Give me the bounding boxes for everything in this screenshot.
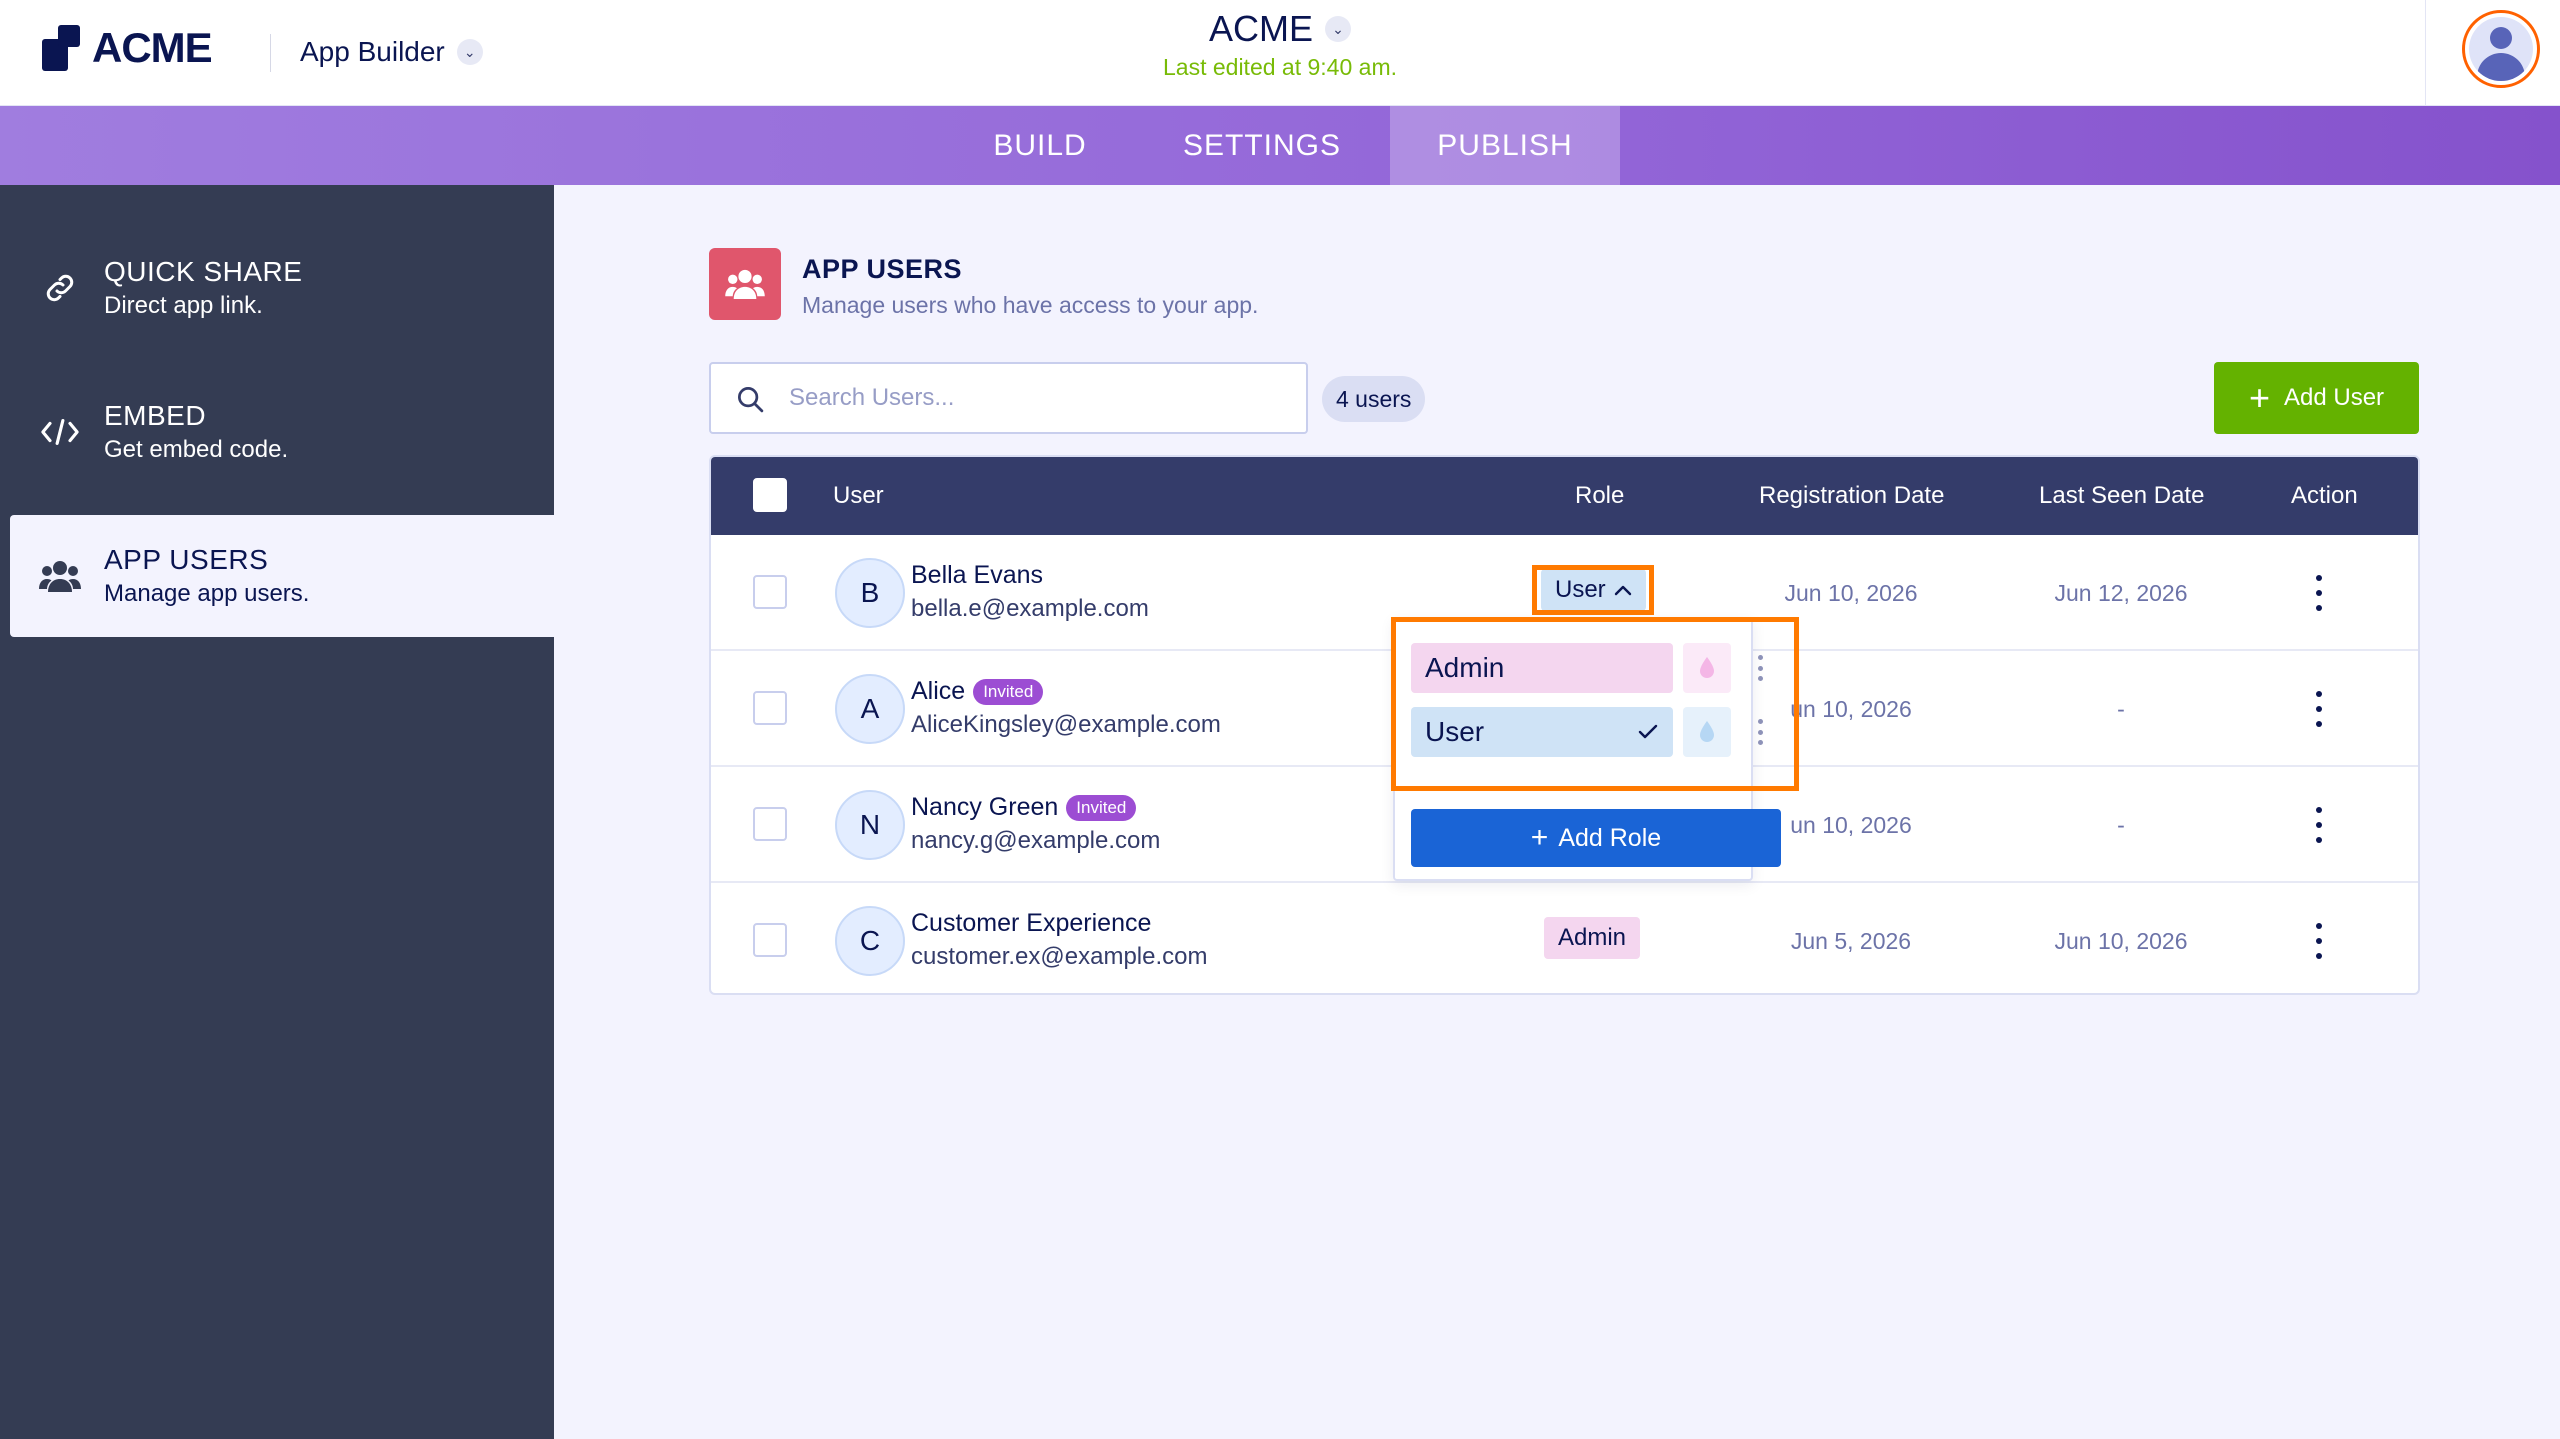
app-title: ACME [1208, 8, 1313, 49]
user-name: Customer Experience [911, 909, 1151, 938]
user-name-text: Bella Evans [911, 561, 1044, 589]
last-seen-date: Jun 10, 2026 [2054, 927, 2188, 954]
row-actions-icon[interactable] [2311, 575, 2327, 611]
user-name: Alice Invited [911, 677, 1044, 706]
add-role-label: Add Role [1558, 823, 1662, 852]
avatar: N [835, 790, 905, 860]
avatar-icon [2469, 17, 2533, 81]
role-select-highlight [1532, 565, 1654, 615]
publish-sidebar: QUICK SHARE Direct app link. EMBED Get e… [0, 185, 554, 1439]
sidebar-item-subtitle: Manage app users. [104, 580, 310, 607]
role-options-highlight [1391, 617, 1799, 791]
user-avatar-button[interactable] [2462, 10, 2540, 88]
tab-publish[interactable]: PUBLISH [1390, 106, 1620, 185]
add-role-button[interactable]: + Add Role [1411, 809, 1781, 867]
app-builder-menu[interactable]: App Builder ⌄ [300, 36, 483, 68]
logo-text: ACME [92, 24, 213, 71]
sidebar-item-subtitle: Get embed code. [104, 436, 289, 463]
select-all-checkbox[interactable] [753, 478, 787, 512]
role-select[interactable]: Admin [1544, 917, 1641, 959]
column-header-role: Role [1575, 482, 1625, 509]
column-header-action: Action [2291, 482, 2358, 509]
users-icon [30, 559, 90, 593]
header-right-divider [2425, 0, 2426, 106]
column-header-user: User [833, 482, 884, 509]
user-count-badge: 4 users [1322, 376, 1426, 422]
user-name: Bella Evans [911, 561, 1043, 590]
search-box [709, 362, 1308, 434]
search-icon [738, 387, 764, 413]
page-subtitle: Manage users who have access to your app… [802, 292, 1259, 318]
app-title-menu[interactable]: ACME ⌄ [1050, 8, 1510, 50]
header-divider [270, 34, 271, 72]
invited-badge: Invited [1066, 794, 1137, 821]
logo-mark-icon [42, 25, 86, 71]
tab-build[interactable]: BUILD [964, 106, 1116, 185]
avatar: B [835, 558, 905, 628]
last-seen-date: - [2117, 811, 2125, 838]
sidebar-item-app-users[interactable]: APP USERS Manage app users. [10, 515, 554, 637]
chevron-down-icon: ⌄ [1325, 16, 1351, 42]
table-header: User Role Registration Date Last Seen Da… [711, 457, 2418, 535]
code-icon [30, 414, 90, 450]
row-actions-icon[interactable] [2311, 807, 2327, 843]
top-header: ACME App Builder ⌄ ACME ⌄ Last edited at… [0, 0, 2560, 106]
row-checkbox[interactable] [753, 691, 787, 725]
row-checkbox[interactable] [753, 923, 787, 957]
user-name-text: Alice [911, 677, 966, 705]
registration-date: Jun 5, 2026 [1790, 927, 1912, 954]
app-builder-label: App Builder [300, 36, 445, 67]
row-actions-icon[interactable] [2311, 923, 2327, 959]
row-checkbox[interactable] [753, 807, 787, 841]
user-email: customer.ex@example.com [911, 943, 1208, 970]
last-seen-date: Jun 12, 2026 [2054, 579, 2188, 606]
user-name: Nancy Green Invited [911, 793, 1137, 822]
avatar: A [835, 674, 905, 744]
sidebar-item-quick-share[interactable]: QUICK SHARE Direct app link. [10, 227, 554, 349]
sidebar-item-embed[interactable]: EMBED Get embed code. [10, 371, 554, 493]
avatar: C [835, 906, 905, 976]
user-name-text: Nancy Green [911, 793, 1059, 821]
user-email: AliceKingsley@example.com [911, 711, 1221, 738]
link-icon [30, 270, 90, 306]
sidebar-item-subtitle: Direct app link. [104, 292, 263, 319]
sidebar-item-title: EMBED [104, 400, 207, 431]
user-email: bella.e@example.com [911, 595, 1149, 622]
search-input[interactable] [789, 378, 1289, 418]
plus-icon: + [2248, 377, 2270, 418]
app-users-icon [709, 248, 781, 320]
app-title-block: ACME ⌄ Last edited at 9:40 am. [1050, 8, 1510, 81]
sidebar-item-title: APP USERS [104, 544, 269, 575]
last-seen-date: - [2117, 695, 2125, 722]
user-name-text: Customer Experience [911, 909, 1152, 937]
role-label: Admin [1558, 924, 1627, 951]
page-title: APP USERS [802, 254, 963, 284]
add-user-button[interactable]: + Add User [2214, 362, 2419, 434]
plus-icon: + [1530, 821, 1549, 854]
invited-badge: Invited [973, 678, 1044, 705]
column-header-registration-date: Registration Date [1759, 482, 1945, 509]
chevron-down-icon: ⌄ [456, 39, 483, 65]
add-user-label: Add User [2283, 384, 2385, 411]
last-edited-status: Last edited at 9:40 am. [1163, 54, 1397, 80]
sidebar-item-title: QUICK SHARE [104, 256, 303, 287]
acme-logo[interactable]: ACME [42, 24, 213, 72]
row-checkbox[interactable] [753, 575, 787, 609]
column-header-last-seen-date: Last Seen Date [2039, 482, 2205, 509]
user-email: nancy.g@example.com [911, 827, 1161, 854]
tab-settings[interactable]: SETTINGS [1162, 106, 1362, 185]
row-actions-icon[interactable] [2311, 691, 2327, 727]
table-row: C Customer Experience customer.ex@exampl… [711, 883, 2418, 993]
main-nav: BUILD SETTINGS PUBLISH [0, 106, 2560, 185]
